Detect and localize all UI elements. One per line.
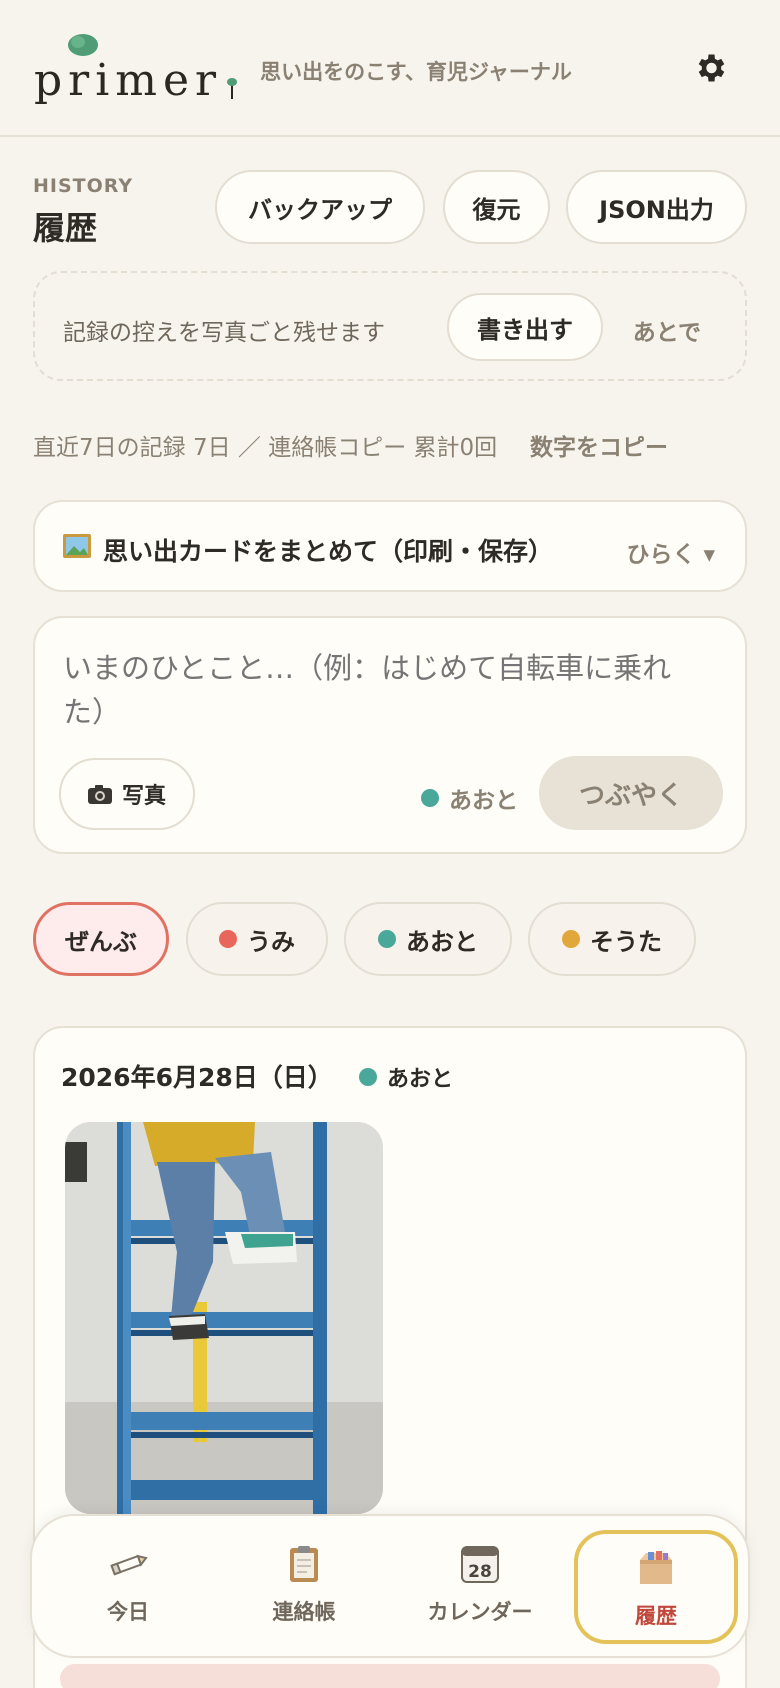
- filter-souta-label: そうた: [590, 927, 662, 956]
- logo-sprout-icon: [227, 77, 238, 99]
- history-label-en: HISTORY: [33, 175, 134, 197]
- gear-icon[interactable]: [692, 50, 728, 86]
- camera-icon: [87, 785, 112, 804]
- tree-icon: [68, 33, 98, 56]
- child-color-dot: [359, 1068, 377, 1086]
- notice-text: 記録の控えを写真ごと残せます: [63, 320, 385, 346]
- filter-aoto-label: あおと: [406, 927, 478, 956]
- calendar-day-text: 28: [468, 1562, 492, 1582]
- filter-souta[interactable]: そうた: [528, 902, 696, 976]
- clipboard-icon: [290, 1546, 318, 1582]
- calendar-icon: 28: [461, 1546, 499, 1583]
- filter-aoto[interactable]: あおと: [344, 902, 512, 976]
- entry-date: 2026年6月28日（日）: [61, 1063, 333, 1092]
- memory-card-toggle[interactable]: 思い出カードをまとめて（印刷・保存） ひらく ▾: [33, 500, 747, 592]
- tab-today[interactable]: 今日: [46, 1530, 210, 1644]
- json-export-button[interactable]: JSON出力: [566, 170, 747, 244]
- tab-history[interactable]: 履歴: [574, 1530, 738, 1644]
- filter-all-label: ぜんぶ: [65, 927, 137, 956]
- child-selector-label: あおと: [449, 788, 518, 814]
- photo-button[interactable]: 写真: [59, 758, 195, 830]
- copy-numbers-button[interactable]: 数字をコピー: [530, 428, 668, 462]
- memory-card-title: 思い出カードをまとめて（印刷・保存）: [103, 537, 554, 566]
- backup-notice: 記録の控えを写真ごと残せます 書き出す あとで: [33, 271, 747, 381]
- playground-ladder-photo: [65, 1122, 383, 1514]
- later-button[interactable]: あとで: [633, 313, 701, 347]
- post-submit-button[interactable]: つぶやく: [539, 756, 723, 830]
- tab-contact-book-label: 連絡帳: [272, 1600, 336, 1624]
- entry-child: あおと: [359, 1061, 453, 1093]
- child-selector[interactable]: あおと: [421, 781, 518, 815]
- pencil-icon: [110, 1554, 148, 1576]
- app-tagline: 思い出をのこす、育児ジャーナル: [260, 59, 572, 84]
- app-logo: primer: [34, 33, 238, 103]
- entry-child-label: あおと: [387, 1067, 454, 1092]
- logo-text: primer: [34, 54, 223, 106]
- tab-contact-book[interactable]: 連絡帳: [222, 1530, 386, 1644]
- memory-card-open[interactable]: ひらく ▾: [626, 535, 715, 569]
- page-title: 履歴: [33, 209, 98, 247]
- bottom-tab-bar: 今日 連絡帳 28 カレンダー 履歴: [30, 1514, 750, 1658]
- photo-button-label: 写真: [121, 784, 166, 809]
- child-color-dot: [421, 789, 439, 807]
- filter-umi-label: うみ: [247, 927, 295, 956]
- post-composer: 写真 あおと つぶやく: [33, 616, 747, 854]
- child-color-dot: [562, 930, 580, 948]
- tab-history-label: 履歴: [635, 1604, 677, 1628]
- tab-calendar[interactable]: 28 カレンダー: [398, 1530, 562, 1644]
- tab-today-label: 今日: [107, 1600, 149, 1624]
- child-color-dot: [219, 930, 237, 948]
- archive-box-icon: [640, 1551, 672, 1584]
- restore-button[interactable]: 復元: [443, 170, 550, 244]
- picture-frame-icon: [63, 534, 91, 558]
- entry-photo[interactable]: [65, 1122, 383, 1514]
- tab-calendar-label: カレンダー: [427, 1600, 533, 1624]
- backup-button[interactable]: バックアップ: [215, 170, 425, 244]
- post-input[interactable]: [63, 646, 703, 734]
- stats-text: 直近7日の記録 7日 ／ 連絡帳コピー 累計0回: [33, 435, 498, 461]
- entry-next-preview: [60, 1664, 720, 1688]
- filter-umi[interactable]: うみ: [186, 902, 328, 976]
- child-color-dot: [378, 930, 396, 948]
- filter-all[interactable]: ぜんぶ: [33, 902, 169, 976]
- export-button[interactable]: 書き出す: [447, 293, 603, 361]
- app-header: primer 思い出をのこす、育児ジャーナル: [0, 0, 780, 137]
